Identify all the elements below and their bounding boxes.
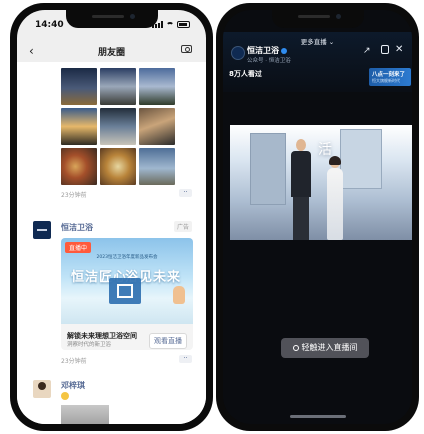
notch — [271, 10, 364, 28]
front-camera — [129, 14, 135, 19]
wechat-moments-screen: 14:40 ‹ 朋友圈 23分钟前 ·· 恒洁卫浴 广告 直播中 2023恒洁卫… — [17, 10, 206, 424]
promo-banner[interactable]: 八点一刻来了 恒大旗舰新时代 — [369, 68, 411, 86]
promo-title: 八点一刻来了 — [372, 72, 406, 78]
share-icon[interactable]: ↗ — [363, 46, 371, 56]
ad-account-avatar[interactable] — [33, 221, 51, 239]
brand-sign-graphic — [109, 278, 141, 304]
left-phone-frame: 14:40 ‹ 朋友圈 23分钟前 ·· 恒洁卫浴 广告 直播中 2023恒洁卫… — [10, 3, 213, 431]
live-status-badge: 直播中 — [65, 242, 92, 253]
live-header: 更多直播 ⌄ 恒洁卫浴 公众号 · 恒洁卫浴 ↗ ✕ 8万人看过 八点一刻来了 … — [223, 32, 412, 92]
enter-live-room-button[interactable]: 轻触进入直播间 — [281, 338, 369, 358]
notch — [65, 10, 158, 28]
status-time: 14:40 — [35, 20, 64, 30]
live-ad-card[interactable]: 直播中 2023恒洁卫浴年度新品发布会 恒洁匠心 浴见未来 解锁未来理想卫浴空间… — [61, 238, 193, 350]
status-icons — [152, 21, 190, 28]
post-image[interactable] — [61, 405, 109, 424]
more-dots-button[interactable]: ·· — [179, 189, 192, 197]
battery-icon — [177, 21, 190, 28]
right-phone-frame: 更多直播 ⌄ 恒洁卫浴 公众号 · 恒洁卫浴 ↗ ✕ 8万人看过 八点一刻来了 … — [216, 3, 419, 431]
verified-icon — [281, 47, 287, 54]
hand-graphic — [173, 286, 185, 304]
photo-grid — [61, 68, 175, 185]
account-name-row[interactable]: 恒洁卫浴 — [247, 45, 287, 56]
user-name[interactable]: 邓梓琪 — [61, 380, 85, 391]
post-timestamp: 23分钟前 — [61, 192, 87, 199]
smile-emoji-icon — [61, 392, 69, 400]
presenter-hair — [329, 156, 341, 165]
photo-thumbnail[interactable] — [100, 68, 136, 105]
photo-thumbnail[interactable] — [139, 108, 175, 145]
photo-thumbnail[interactable] — [61, 68, 97, 105]
ad-banner-image[interactable]: 直播中 2023恒洁卫浴年度新品发布会 恒洁匠心 浴见未来 — [61, 238, 193, 324]
enter-live-label: 轻触进入直播间 — [301, 343, 358, 352]
ad-subcaption: 洞察时代的新卫浴 — [67, 342, 112, 348]
photo-thumbnail[interactable] — [139, 148, 175, 185]
close-icon[interactable]: ✕ — [395, 44, 403, 55]
banner-subtitle: 2023恒洁卫浴年度新品发布会 — [96, 255, 158, 260]
live-dot-icon — [292, 344, 299, 351]
presenter-man — [290, 139, 312, 240]
ad-account-name[interactable]: 恒洁卫浴 — [61, 222, 93, 233]
user-avatar[interactable] — [33, 380, 51, 398]
photo-thumbnail[interactable] — [100, 148, 136, 185]
watch-live-button[interactable]: 观看直播 — [149, 333, 187, 349]
photo-thumbnail[interactable] — [61, 108, 97, 145]
account-subtitle: 公众号 · 恒洁卫浴 — [247, 58, 291, 64]
presenter-body — [291, 151, 311, 197]
more-dots-button[interactable]: ·· — [179, 355, 192, 363]
more-live-label: 更多直播 — [300, 38, 327, 46]
ad-badge[interactable]: 广告 — [173, 221, 192, 232]
front-camera — [335, 14, 341, 19]
speaker-grille — [297, 15, 330, 18]
speaker-grille — [91, 15, 124, 18]
photo-thumbnail[interactable] — [139, 68, 175, 105]
moments-feed[interactable]: 23分钟前 ·· 恒洁卫浴 广告 直播中 2023恒洁卫浴年度新品发布会 恒洁匠… — [17, 62, 206, 424]
promo-subtitle: 恒大旗舰新时代 — [372, 78, 400, 83]
presenter-dress — [327, 168, 343, 240]
photo-thumbnail[interactable] — [61, 148, 97, 185]
float-window-icon[interactable] — [381, 45, 389, 54]
ad-timestamp: 23分钟前 — [61, 358, 87, 365]
presenter-woman — [326, 156, 344, 240]
moments-header: ‹ 朋友圈 — [17, 40, 206, 62]
live-stream-screen: 更多直播 ⌄ 恒洁卫浴 公众号 · 恒洁卫浴 ↗ ✕ 8万人看过 八点一刻来了 … — [223, 10, 412, 424]
wifi-icon — [166, 21, 174, 28]
camera-icon[interactable] — [181, 45, 192, 53]
home-indicator[interactable] — [289, 415, 346, 418]
presenter-legs — [293, 197, 309, 240]
presenter-head — [296, 139, 306, 151]
account-avatar[interactable] — [231, 46, 245, 60]
live-video-frame[interactable]: 活 — [230, 125, 412, 240]
stage-backdrop-panel — [250, 133, 286, 205]
viewer-count: 8万人看过 — [229, 70, 262, 78]
account-name: 恒洁卫浴 — [247, 46, 279, 55]
photo-thumbnail[interactable] — [100, 108, 136, 145]
page-title: 朋友圈 — [97, 48, 125, 58]
stage-backdrop-window — [340, 129, 382, 189]
